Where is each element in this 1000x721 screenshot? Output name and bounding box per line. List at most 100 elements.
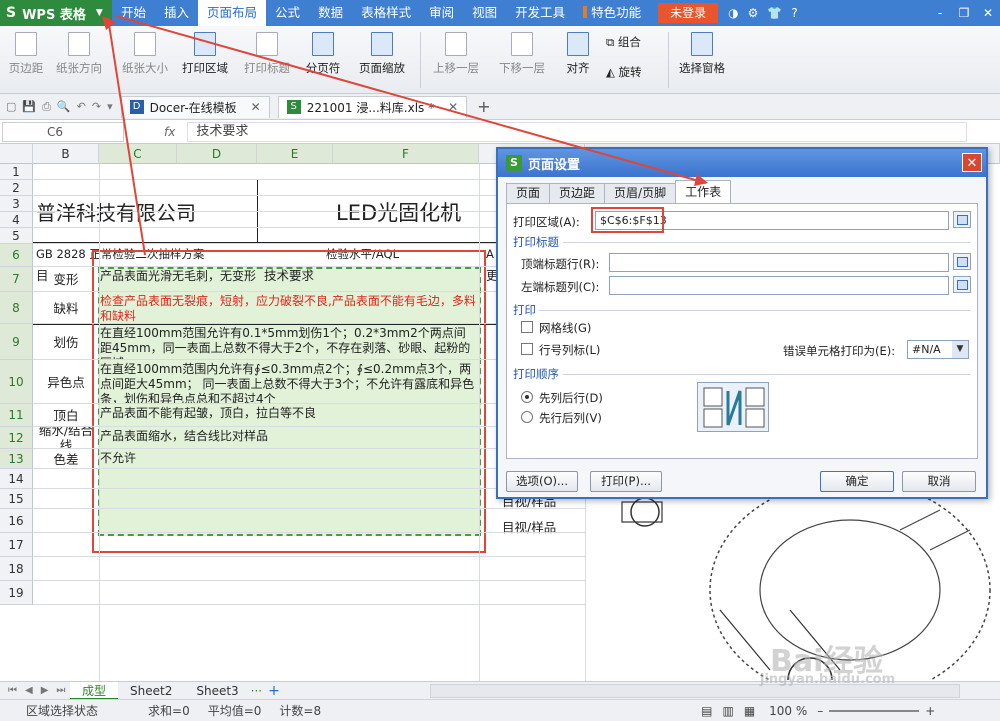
paper-size-button[interactable]: 纸张大小	[118, 32, 172, 76]
row-header[interactable]: 14	[0, 469, 33, 489]
column-header-d[interactable]: D	[177, 144, 257, 164]
over-then-down-radio[interactable]	[521, 411, 533, 423]
down-then-over-radio[interactable]	[521, 391, 533, 403]
print-button[interactable]: 打印(P)...	[590, 471, 662, 492]
sheet-tab-sheet2[interactable]: Sheet2	[118, 682, 184, 700]
row-col-headers-checkbox[interactable]	[521, 343, 533, 355]
sheet-title[interactable]: LED光固化机	[336, 200, 461, 226]
menu-home[interactable]: 开始	[112, 0, 155, 26]
tab-margins[interactable]: 页边距	[549, 183, 606, 203]
page-zoom-button[interactable]: 页面缩放	[354, 32, 410, 76]
minimize-icon[interactable]: -	[928, 0, 952, 26]
print-titles-button[interactable]: 打印标题	[240, 32, 294, 76]
select-all-corner[interactable]	[0, 144, 33, 164]
error-print-select[interactable]: #N/A ▼	[907, 340, 969, 359]
page-break-button[interactable]: 分页符	[298, 32, 348, 76]
row-header[interactable]: 18	[0, 557, 33, 581]
menu-review[interactable]: 审阅	[420, 0, 463, 26]
orientation-button[interactable]: 纸张方向	[52, 32, 106, 76]
menu-view[interactable]: 视图	[463, 0, 506, 26]
skin-icon[interactable]: ◑	[728, 6, 738, 20]
dialog-close-icon[interactable]: ✕	[962, 153, 982, 172]
settings-icon[interactable]: ⚙	[748, 6, 759, 20]
tab-docer[interactable]: D Docer-在线模板 ✕	[120, 95, 270, 118]
restore-icon[interactable]: ❐	[952, 0, 976, 26]
column-header-c[interactable]: C	[99, 144, 177, 164]
group-button[interactable]: ⧉ 组合	[606, 34, 662, 50]
defect-name-cell[interactable]: 色差	[34, 449, 98, 469]
menu-page-layout[interactable]: 页面布局	[198, 0, 267, 26]
send-backward-button[interactable]: 下移一层	[496, 32, 548, 76]
row-header[interactable]: 11	[0, 404, 33, 427]
menu-table-style[interactable]: 表格样式	[352, 0, 420, 26]
close-tab-icon[interactable]: ✕	[251, 100, 261, 114]
wps-app-menu-button[interactable]: S WPS 表格 ▼	[0, 0, 112, 26]
menu-insert[interactable]: 插入	[155, 0, 198, 26]
defect-name-cell[interactable]: 变形	[34, 267, 98, 292]
left-columns-input[interactable]	[609, 276, 949, 295]
quick-access-dropdown-icon[interactable]: ▾	[107, 100, 113, 114]
column-header-e[interactable]: E	[257, 144, 333, 164]
align-button[interactable]: 对齐	[562, 32, 594, 76]
column-header-b[interactable]: B	[33, 144, 99, 164]
row-header[interactable]: 1	[0, 164, 33, 180]
more-sheets-icon[interactable]: ···	[251, 684, 262, 698]
defect-name-cell[interactable]: 缺料	[34, 292, 98, 324]
range-picker-icon[interactable]	[953, 276, 971, 293]
ok-button[interactable]: 确定	[820, 471, 894, 492]
undo-icon[interactable]: ↶	[77, 100, 86, 114]
prev-sheet-icon[interactable]: ◀	[25, 685, 33, 696]
row-header[interactable]: 6	[0, 244, 33, 267]
formula-input[interactable]: 技术要求	[187, 121, 968, 142]
tab-spreadsheet[interactable]: S 221001 浸...料库.xls * ✕	[277, 95, 468, 118]
row-header[interactable]: 4	[0, 212, 33, 228]
row-header[interactable]: 10	[0, 360, 33, 404]
range-picker-icon[interactable]	[953, 211, 971, 228]
row-header[interactable]: 17	[0, 533, 33, 557]
menu-developer[interactable]: 开发工具	[506, 0, 574, 26]
page-break-view-icon[interactable]: ▦	[744, 704, 755, 718]
help-icon[interactable]: ?	[791, 6, 797, 20]
defect-name-cell[interactable]: 缩水/结合线	[34, 427, 98, 449]
row-header[interactable]: 15	[0, 489, 33, 509]
cancel-button[interactable]: 取消	[902, 471, 976, 492]
new-tab-icon[interactable]: +	[477, 97, 490, 116]
defect-name-cell[interactable]: 顶白	[34, 404, 98, 427]
preview-icon[interactable]: 🔍	[57, 100, 71, 114]
margins-button[interactable]: 页边距	[6, 32, 46, 76]
fx-icon[interactable]: fx	[164, 125, 175, 139]
tab-header-footer[interactable]: 页眉/页脚	[604, 183, 677, 203]
row-header[interactable]: 13	[0, 449, 33, 469]
options-button[interactable]: 选项(O)...	[506, 471, 578, 492]
row-header[interactable]: 8	[0, 292, 33, 324]
top-rows-input[interactable]	[609, 253, 949, 272]
zoom-in-icon[interactable]: +	[925, 704, 935, 718]
company-name[interactable]: 普洋科技有限公司	[36, 200, 196, 226]
menu-data[interactable]: 数据	[309, 0, 352, 26]
range-picker-icon[interactable]	[953, 253, 971, 270]
normal-view-icon[interactable]: ▤	[701, 704, 712, 718]
rotate-button[interactable]: ◭ 旋转	[606, 64, 662, 80]
shirt-icon[interactable]: 👕	[767, 6, 782, 20]
new-file-icon[interactable]: ▢	[6, 100, 16, 114]
tab-sheet[interactable]: 工作表	[675, 180, 732, 203]
cell-g13[interactable]: 目视/样品	[502, 520, 556, 536]
sheet-tab-sheet3[interactable]: Sheet3	[184, 682, 250, 700]
close-icon[interactable]: ✕	[976, 0, 1000, 26]
row-header[interactable]: 5	[0, 228, 33, 244]
defect-name-cell[interactable]: 划伤	[34, 324, 98, 360]
row-header[interactable]: 16	[0, 509, 33, 533]
zoom-out-icon[interactable]: –	[817, 704, 823, 718]
close-tab-icon[interactable]: ✕	[448, 100, 458, 114]
name-box[interactable]: C6	[2, 121, 124, 142]
row-header[interactable]: 12	[0, 427, 33, 449]
menu-formulas[interactable]: 公式	[266, 0, 309, 26]
row-header[interactable]: 7	[0, 267, 33, 292]
column-header-f[interactable]: F	[333, 144, 479, 164]
print-area-button[interactable]: 打印区域	[176, 32, 234, 76]
page-layout-view-icon[interactable]: ▥	[722, 704, 733, 718]
cell-g5[interactable]: A	[486, 246, 494, 262]
login-button[interactable]: 未登录	[658, 3, 719, 23]
menu-special-features[interactable]: 特色功能	[574, 0, 650, 26]
gridlines-checkbox[interactable]	[521, 321, 533, 333]
